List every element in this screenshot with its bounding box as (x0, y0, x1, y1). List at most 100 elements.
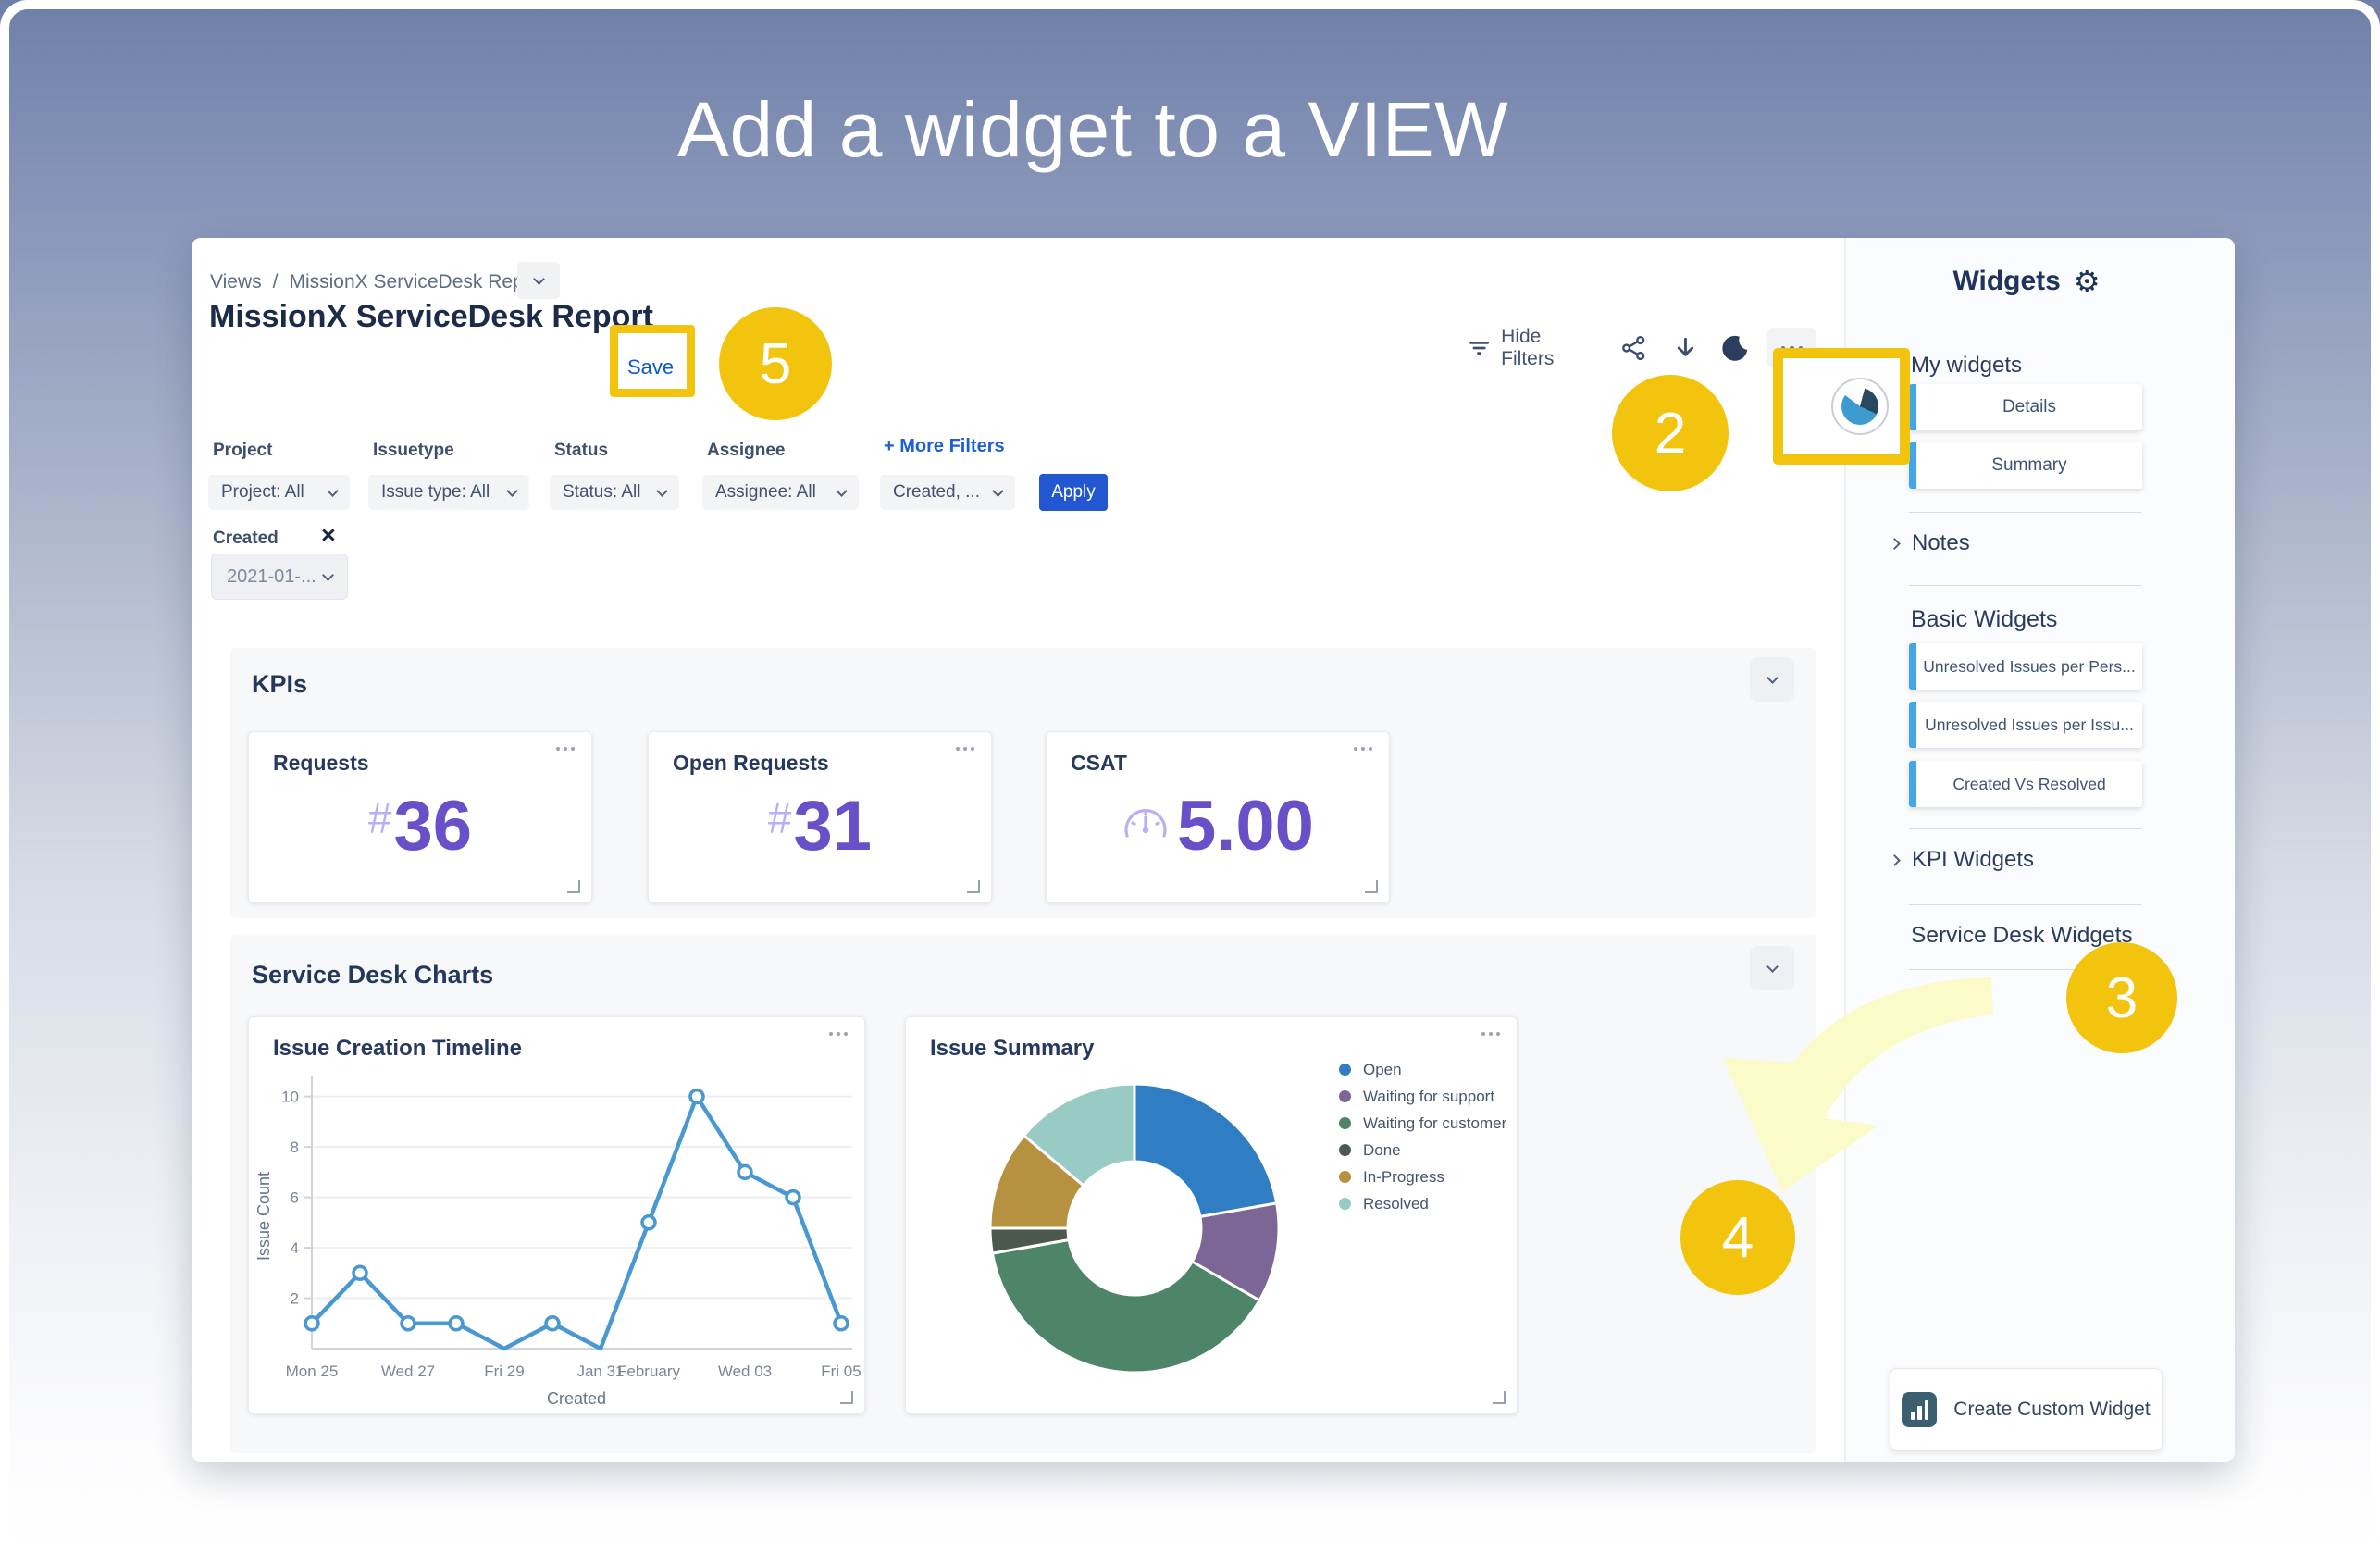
service-desk-widgets-heading: Service Desk Widgets (1911, 923, 2133, 949)
chevron-down-icon (327, 485, 339, 497)
screenshot: Add a widget to a VIEW Views / MissionX … (0, 0, 2380, 1555)
created-chip-label: Created (213, 529, 279, 549)
assignee-dropdown[interactable]: Assignee: All (702, 475, 859, 510)
status-dropdown[interactable]: Status: All (550, 475, 679, 510)
kpi-value: 5.00 (1177, 791, 1314, 862)
page-title: MissionX ServiceDesk Report (209, 299, 653, 335)
callout-step-2: 2 (1612, 375, 1729, 491)
svg-text:4: 4 (291, 1239, 299, 1257)
legend-item: Waiting for customer (1339, 1110, 1506, 1137)
svg-text:8: 8 (291, 1138, 299, 1156)
chevron-down-icon (533, 273, 545, 285)
my-widgets-heading: My widgets (1911, 353, 2022, 379)
issue-creation-timeline-card[interactable]: Issue Creation Timeline 246810Mon 25Wed … (248, 1016, 865, 1414)
chevron-down-icon (656, 485, 668, 497)
kpi-card-requests[interactable]: Requests #36 (248, 731, 592, 903)
kpi-value: 31 (794, 791, 873, 862)
dark-mode-moon-icon[interactable] (1721, 332, 1750, 364)
widget-item-created-vs-resolved[interactable]: Created Vs Resolved (1909, 761, 2142, 807)
collapse-charts-section-button[interactable] (1750, 946, 1794, 990)
created-dropdown[interactable]: Created, ... (880, 475, 1015, 510)
kpi-section-title: KPIs (252, 670, 307, 699)
card-menu-icon[interactable] (1354, 747, 1372, 751)
widget-item-unresolved-per-issue[interactable]: Unresolved Issues per Issu... (1909, 702, 2142, 748)
card-menu-icon[interactable] (556, 747, 575, 751)
legend-item: Waiting for support (1339, 1083, 1506, 1110)
resize-handle[interactable] (567, 880, 580, 893)
create-custom-widget-button[interactable]: Create Custom Widget (1890, 1368, 2163, 1451)
issuetype-dropdown[interactable]: Issue type: All (368, 475, 529, 510)
collapse-kpi-section-button[interactable] (1750, 657, 1794, 702)
divider (1909, 904, 2142, 905)
chart-legend: Open Waiting for support Waiting for cus… (1339, 1056, 1506, 1217)
svg-text:6: 6 (291, 1189, 299, 1207)
breadcrumb-root[interactable]: Views (210, 271, 262, 293)
widget-item-details[interactable]: Details (1909, 384, 2142, 430)
notes-section-toggle[interactable]: Notes (1890, 530, 1970, 556)
legend-item: Resolved (1339, 1190, 1506, 1217)
legend-swatch (1339, 1090, 1351, 1102)
report-panel: Views / MissionX ServiceDesk Report Miss… (192, 238, 1816, 1462)
legend-swatch (1339, 1064, 1351, 1076)
hide-filters-button[interactable]: Hide Filters (1501, 326, 1590, 370)
widget-item-unresolved-per-person[interactable]: Unresolved Issues per Pers... (1909, 643, 2142, 690)
kpi-card-csat[interactable]: CSAT 5.00 (1046, 731, 1390, 903)
card-menu-icon[interactable] (829, 1032, 848, 1036)
report-toolbar: Hide Filters (1467, 327, 1816, 369)
divider (1909, 585, 2142, 586)
widget-drag-highlight-box (1773, 348, 1910, 465)
project-dropdown[interactable]: Project: All (208, 475, 350, 510)
share-icon[interactable] (1620, 333, 1647, 363)
chevron-right-icon (1889, 854, 1901, 866)
legend-swatch (1339, 1117, 1351, 1129)
resize-handle[interactable] (967, 880, 980, 893)
charts-section-title: Service Desk Charts (252, 961, 493, 989)
issue-summary-card[interactable]: Issue Summary Open Waiting for support W… (905, 1016, 1518, 1414)
legend-item: In-Progress (1339, 1163, 1506, 1190)
legend-swatch (1339, 1144, 1351, 1156)
save-button[interactable]: Save (627, 355, 674, 379)
gear-icon[interactable]: ⚙ (2074, 267, 2101, 296)
number-sign-icon: # (368, 793, 392, 843)
download-icon[interactable] (1672, 333, 1699, 363)
kpi-card-open-requests[interactable]: Open Requests #31 (648, 731, 992, 903)
chevron-down-icon (1766, 961, 1779, 973)
resize-handle[interactable] (1493, 1391, 1506, 1404)
chevron-down-icon (322, 569, 334, 581)
legend-swatch (1339, 1198, 1351, 1210)
chevron-right-icon (1889, 538, 1901, 550)
sidebar-title: Widgets (1952, 266, 2060, 297)
app-window: Views / MissionX ServiceDesk Report Miss… (192, 238, 2235, 1462)
widget-item-summary[interactable]: Summary (1909, 442, 2142, 489)
chevron-down-icon (506, 485, 518, 497)
remove-filter-icon[interactable]: × (321, 521, 336, 550)
tutorial-background: Add a widget to a VIEW Views / MissionX … (0, 0, 2380, 1555)
bar-chart-icon (1902, 1392, 1937, 1427)
legend-item: Open (1339, 1056, 1506, 1083)
chevron-down-icon (992, 485, 1004, 497)
sidebar-header: Widgets ⚙ (1846, 266, 2207, 297)
svg-text:2: 2 (291, 1290, 299, 1308)
resize-handle[interactable] (840, 1391, 853, 1404)
svg-text:Wed 27: Wed 27 (381, 1362, 435, 1380)
svg-text:February: February (617, 1362, 681, 1380)
resize-handle[interactable] (1365, 880, 1378, 893)
breadcrumb-current[interactable]: MissionX ServiceDesk Report (289, 271, 546, 293)
card-menu-icon[interactable] (956, 747, 974, 751)
more-filters-link[interactable]: + More Filters (884, 436, 1005, 457)
view-switcher-button[interactable] (517, 262, 560, 299)
lesson-title: Add a widget to a VIEW (0, 85, 2186, 175)
filter-label-issuetype: Issuetype (373, 441, 454, 461)
widget-logo-icon[interactable] (1831, 378, 1889, 435)
svg-text:Wed 03: Wed 03 (718, 1362, 772, 1380)
breadcrumb: Views / MissionX ServiceDesk Report (210, 271, 546, 293)
kpi-widgets-toggle[interactable]: KPI Widgets (1890, 847, 2034, 873)
pie-logo-icon (1841, 388, 1878, 425)
callout-step-5: 5 (719, 307, 832, 420)
svg-text:Created: Created (547, 1389, 606, 1408)
gauge-icon (1122, 804, 1170, 845)
created-date-dropdown[interactable]: 2021-01-... (211, 554, 348, 600)
svg-text:Fri 29: Fri 29 (484, 1362, 524, 1380)
apply-button[interactable]: Apply (1039, 474, 1108, 511)
number-sign-icon: # (768, 793, 792, 843)
